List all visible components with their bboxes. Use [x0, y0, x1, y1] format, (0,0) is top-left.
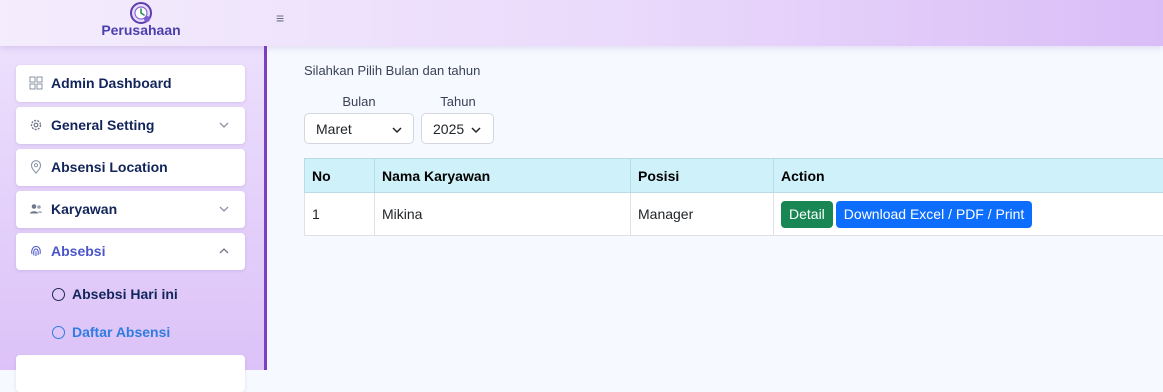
map-pin-icon: [29, 160, 43, 174]
cell-position: Manager: [631, 193, 774, 236]
chevron-down-icon: [391, 124, 403, 136]
chevron-down-icon: [470, 124, 482, 136]
brand-name: Perusahaan: [96, 22, 186, 38]
table-row: 1 Mikina Manager DetailDownload Excel / …: [305, 193, 1163, 236]
circle-icon: [52, 288, 65, 301]
cell-action: DetailDownload Excel / PDF / Print: [774, 193, 1163, 236]
detail-button[interactable]: Detail: [781, 201, 833, 228]
month-select[interactable]: Maret: [304, 113, 414, 144]
year-select[interactable]: 2025: [421, 113, 494, 144]
column-header-no: No: [305, 159, 375, 193]
column-header-name: Nama Karyawan: [375, 159, 631, 193]
sidebar: Admin Dashboard General Setting Absensi …: [0, 46, 267, 370]
users-icon: [29, 202, 43, 216]
top-header: Perusahaan ≡: [0, 0, 1163, 46]
sidebar-item-label: Karyawan: [51, 201, 117, 217]
grid-icon: [29, 76, 43, 90]
sidebar-item-general-setting[interactable]: General Setting: [16, 107, 245, 144]
month-label: Bulan: [333, 94, 385, 109]
sidebar-item-label: General Setting: [51, 117, 154, 133]
gear-icon: [29, 118, 43, 132]
chevron-down-icon: [218, 119, 230, 131]
column-header-action: Action: [774, 159, 1163, 193]
main-content: Silahkan Pilih Bulan dan tahun Bulan Mar…: [267, 46, 1163, 370]
cell-name: Mikina: [375, 193, 631, 236]
sidebar-item-next[interactable]: [16, 355, 245, 392]
sidebar-item-karyawan[interactable]: Karyawan: [16, 191, 245, 228]
sidebar-item-label: Absensi Location: [51, 159, 168, 175]
column-header-position: Posisi: [631, 159, 774, 193]
attendance-table: No Nama Karyawan Posisi Action 1 Mikina …: [304, 158, 1163, 236]
menu-icon[interactable]: ≡: [276, 10, 284, 26]
cell-no: 1: [305, 193, 375, 236]
brand[interactable]: Perusahaan: [96, 0, 186, 46]
sidebar-item-label: Absebsi: [51, 243, 105, 259]
table-header-row: No Nama Karyawan Posisi Action: [305, 159, 1163, 193]
chevron-up-icon: [218, 245, 230, 257]
sidebar-item-absensi-location[interactable]: Absensi Location: [16, 149, 245, 186]
fingerprint-icon: [29, 244, 43, 258]
month-select-value: Maret: [316, 121, 352, 137]
download-button[interactable]: Download Excel / PDF / Print: [836, 201, 1033, 228]
chevron-down-icon: [218, 203, 230, 215]
instruction-text: Silahkan Pilih Bulan dan tahun: [304, 63, 480, 78]
sidebar-item-absebsi[interactable]: Absebsi: [16, 233, 245, 270]
circle-icon: [52, 326, 65, 339]
sidebar-subitem-label: Daftar Absensi: [72, 324, 170, 340]
sidebar-item-label: Admin Dashboard: [51, 75, 172, 91]
sidebar-subitem-label: Absebsi Hari ini: [72, 286, 178, 302]
year-label: Tahun: [432, 94, 484, 109]
year-select-value: 2025: [433, 121, 464, 137]
sidebar-item-admin-dashboard[interactable]: Admin Dashboard: [16, 65, 245, 102]
